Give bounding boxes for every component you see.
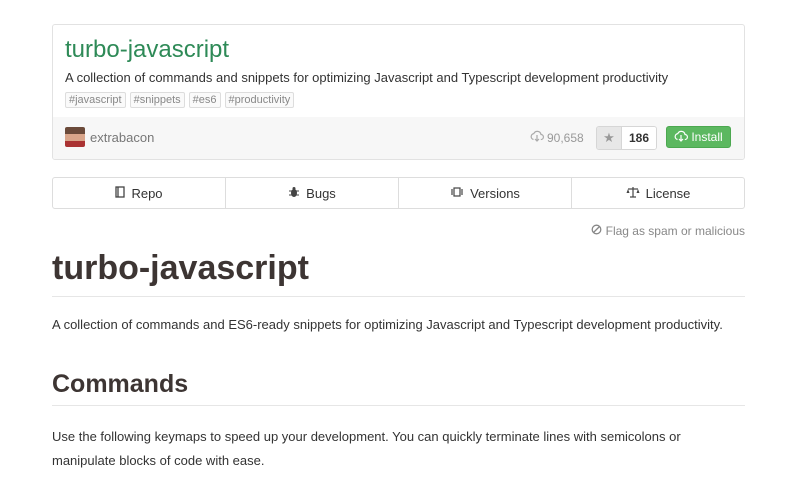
nav-item-label: Versions	[470, 185, 520, 201]
cloud-download-icon	[674, 130, 689, 145]
tag-es6[interactable]: #es6	[188, 92, 221, 108]
star-button[interactable]: ★	[597, 127, 622, 149]
scale-icon	[626, 186, 640, 201]
nav-item-bugs[interactable]: Bugs	[226, 178, 399, 208]
package-card-footer: extrabacon 90,658 ★ 186 Install	[53, 117, 744, 159]
package-title-link[interactable]: turbo-javascript	[65, 36, 229, 64]
install-button[interactable]: Install	[666, 126, 731, 148]
readme-intro: A collection of commands and ES6-ready s…	[52, 317, 723, 332]
cloud-download-icon	[530, 130, 544, 145]
flag-label: Flag as spam or malicious	[605, 224, 745, 238]
nav-item-versions[interactable]: Versions	[399, 178, 572, 208]
package-nav: Repo Bugs Versions License	[52, 177, 745, 209]
nav-item-repo[interactable]: Repo	[53, 178, 226, 208]
download-count: 90,658	[530, 130, 584, 145]
versions-icon	[450, 186, 464, 200]
tag-snippets[interactable]: #snippets	[129, 92, 185, 108]
tag-productivity[interactable]: #productivity	[224, 92, 295, 108]
nav-item-license[interactable]: License	[572, 178, 744, 208]
nav-item-label: License	[645, 185, 691, 201]
tag-list: #javascript #snippets #es6 #productivity	[65, 92, 295, 108]
ban-icon	[591, 224, 602, 238]
install-button-label: Install	[691, 130, 723, 144]
star-icon: ★	[603, 130, 615, 145]
tag-javascript[interactable]: #javascript	[65, 92, 126, 108]
star-count: 186	[622, 127, 657, 149]
readme-title: turbo-javascript	[52, 249, 745, 297]
avatar[interactable]	[65, 127, 85, 147]
book-icon	[115, 185, 126, 201]
flag-spam-link[interactable]: Flag as spam or malicious	[591, 224, 745, 238]
bug-icon	[288, 186, 300, 201]
package-card: turbo-javascript A collection of command…	[52, 24, 745, 160]
author-link[interactable]: extrabacon	[90, 130, 154, 145]
package-description: A collection of commands and snippets fo…	[65, 70, 669, 85]
section-heading-commands: Commands	[52, 370, 745, 406]
download-count-value: 90,658	[547, 130, 584, 145]
nav-item-label: Repo	[131, 185, 163, 201]
nav-item-label: Bugs	[306, 185, 336, 201]
star-group: ★ 186	[596, 126, 658, 150]
section-text: Use the following keymaps to speed up yo…	[52, 429, 681, 468]
